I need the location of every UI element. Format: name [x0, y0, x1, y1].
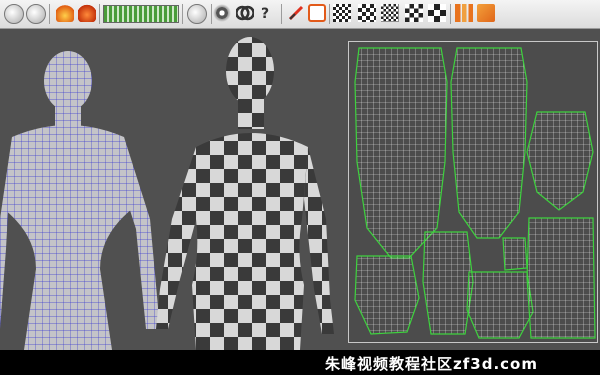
checker-medium-icon[interactable]: [381, 4, 399, 22]
uv-island-leg-2: [466, 271, 534, 339]
speaker-icon[interactable]: [187, 4, 207, 24]
uv-island-foot: [502, 237, 528, 271]
checker-xl-icon[interactable]: [428, 4, 446, 22]
bars-icon[interactable]: [455, 4, 473, 22]
checker-textured-female-back: [156, 37, 334, 350]
stop-icon[interactable]: [308, 4, 326, 22]
checker-q-icon[interactable]: [358, 4, 376, 22]
checker-large-icon[interactable]: [405, 4, 423, 22]
uv-layout-panel[interactable]: [348, 41, 598, 343]
camera-icon[interactable]: [213, 4, 231, 22]
checker-small-icon[interactable]: [333, 4, 351, 22]
toolbar: ?: [0, 0, 600, 29]
uv-island-leg-1: [422, 231, 474, 335]
uv-island-torso-front: [354, 47, 448, 259]
brush-glyph-icon: [288, 5, 304, 21]
toolbar-separator: [329, 4, 330, 24]
uv-island-hand-left: [354, 255, 420, 335]
toolbar-separator: [99, 4, 100, 24]
watermark-text: 朱峰视频教程社区zf3d.com: [325, 355, 538, 373]
toolbar-separator: [49, 4, 50, 24]
uv-islands: [354, 47, 596, 339]
3d-viewport[interactable]: [0, 29, 600, 350]
next-arrow-icon[interactable]: [26, 4, 46, 24]
link-icon[interactable]: [236, 4, 254, 22]
brush-paint-icon[interactable]: [287, 4, 305, 22]
toolbar-separator: [450, 4, 451, 24]
tag-icon[interactable]: [477, 4, 495, 22]
uv-layout-canvas: [354, 47, 596, 339]
fire-icon[interactable]: [78, 4, 96, 22]
watermark-bar: 朱峰视频教程社区zf3d.com: [0, 350, 600, 375]
uv-island-hand-right: [526, 111, 594, 211]
toolbar-separator: [211, 4, 212, 24]
wireframe-female-front: [0, 51, 160, 350]
toolbar-separator: [281, 4, 282, 24]
help-icon[interactable]: ?: [258, 4, 276, 22]
uv-island-torso-back: [450, 47, 528, 239]
progress-bar: [103, 5, 179, 23]
flame-icon[interactable]: [56, 4, 74, 22]
prev-arrow-icon[interactable]: [4, 4, 24, 24]
uv-island-leg-3: [526, 217, 596, 339]
toolbar-separator: [182, 4, 183, 24]
help-glyph-icon: ?: [261, 6, 269, 22]
svg-text:?: ?: [261, 6, 269, 22]
